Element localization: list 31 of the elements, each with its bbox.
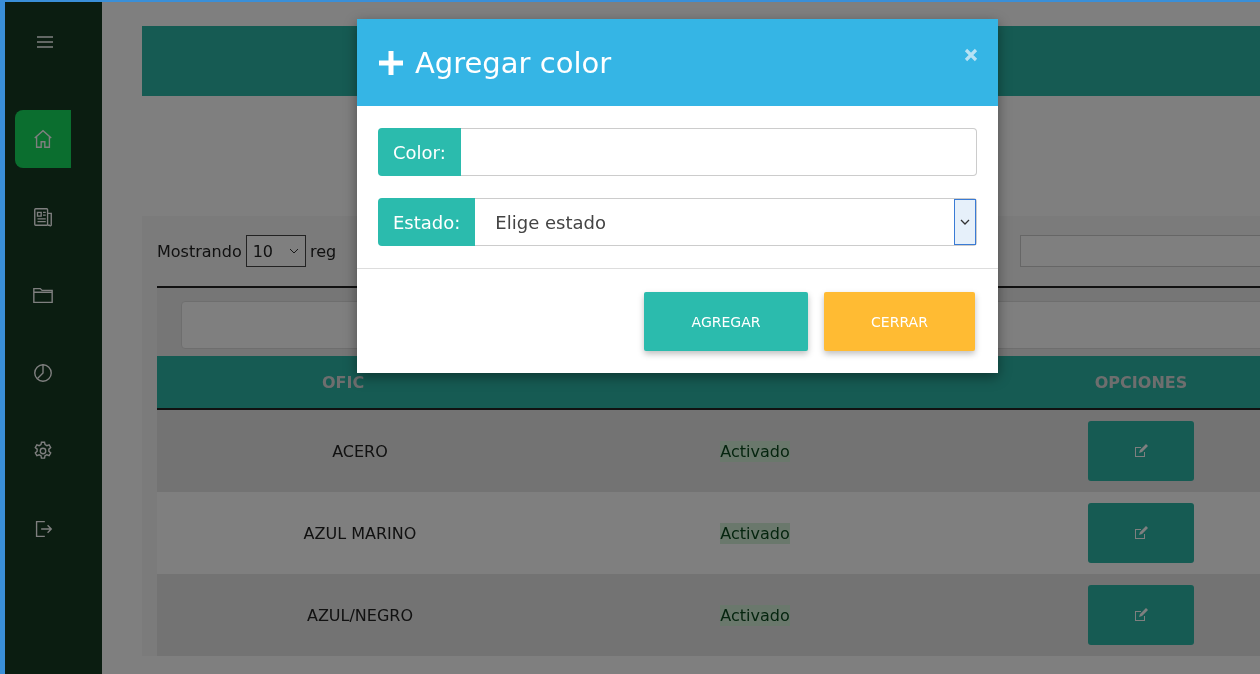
- page-size-select[interactable]: 10: [245, 235, 307, 267]
- chevron-down-icon: [960, 219, 970, 225]
- status-label: Activado: [720, 440, 790, 462]
- plus-icon: [377, 48, 405, 77]
- status-select[interactable]: Elige estado: [475, 198, 977, 246]
- edit-button[interactable]: [1088, 503, 1194, 563]
- edit-icon: [1134, 608, 1148, 622]
- color-input[interactable]: [460, 128, 977, 176]
- newspaper-icon: [32, 206, 54, 228]
- table-cell: ACERO: [332, 441, 388, 461]
- column-header: OPCIONES: [1094, 372, 1188, 392]
- chevron-down-icon: [289, 248, 300, 254]
- status-label: Activado: [720, 522, 790, 544]
- close-icon[interactable]: [964, 47, 978, 62]
- edit-icon: [1134, 526, 1148, 540]
- filter-field[interactable]: [1020, 235, 1260, 267]
- field-label: Color:: [378, 128, 461, 176]
- table-cell: AZUL MARINO: [303, 523, 417, 543]
- edit-icon: [1134, 444, 1148, 458]
- settings-icon: [32, 440, 54, 462]
- status-label: Activado: [720, 604, 790, 626]
- edit-button[interactable]: [1088, 585, 1194, 645]
- column-header: OFIC: [322, 372, 365, 392]
- pie-chart-icon: [32, 362, 54, 384]
- show-label: Mostrando: [157, 241, 242, 261]
- field-label: Estado:: [378, 198, 476, 246]
- home-icon: [32, 128, 54, 150]
- records-label: reg: [310, 241, 337, 261]
- edit-button[interactable]: [1088, 421, 1194, 481]
- dialog-title: Agregar color: [415, 45, 612, 80]
- table-cell: AZUL/NEGRO: [306, 605, 414, 625]
